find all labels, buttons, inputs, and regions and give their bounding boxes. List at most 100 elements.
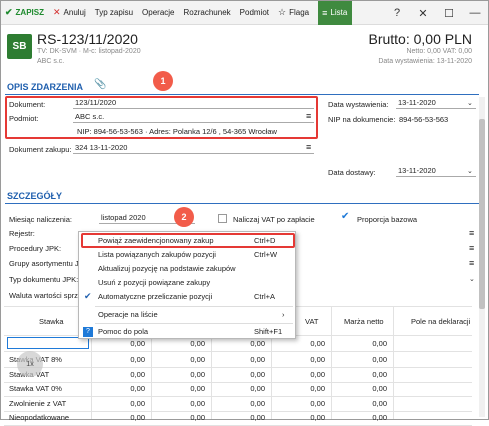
purchase-doc-list-icon[interactable]: ≡ xyxy=(306,142,311,152)
section-divider xyxy=(5,203,479,204)
grid-cell-value[interactable]: 0,00 xyxy=(239,339,265,348)
jpk-procedures-list-icon[interactable]: ≡ xyxy=(469,243,474,253)
grid-header-declaration: Pole na deklaracji xyxy=(411,317,471,326)
grid-row-line xyxy=(4,367,472,368)
menu-item-update-from-purchases[interactable]: Aktualizuj pozycję na podstawie zakupów xyxy=(79,262,295,275)
record-type-menu[interactable]: Typ zapisu xyxy=(91,1,138,25)
grid-cell-value[interactable]: 0,00 xyxy=(119,355,145,364)
grid-row-line xyxy=(4,396,472,397)
grid-cell-value[interactable]: 0,00 xyxy=(361,370,387,379)
grid-cell-value[interactable]: 0,00 xyxy=(361,355,387,364)
brutto-total: Brutto: 0,00 PLN xyxy=(368,31,472,47)
grid-cell-value[interactable]: 0,00 xyxy=(239,413,265,422)
toolbar: ✔ ZAPISZ ✕ Anuluj Typ zapisu Operacje Rozr… xyxy=(1,0,488,25)
list-button[interactable]: ≡ Lista xyxy=(318,0,353,25)
grid-cell-value[interactable]: 0,00 xyxy=(299,355,325,364)
delivery-date-label: Data dostawy: xyxy=(328,168,376,177)
grid-cell-value[interactable]: 0,00 xyxy=(179,399,205,408)
grid-cell-value[interactable]: 0,00 xyxy=(239,370,265,379)
jpk-groups-list-icon[interactable]: ≡ xyxy=(469,258,474,268)
purchase-doc-label: Dokument zakupu: xyxy=(9,145,72,154)
menu-item-remove-linked[interactable]: Usuń z pozycji powiązane zakupy xyxy=(79,276,295,289)
grid-cell-value[interactable]: 0,00 xyxy=(119,339,145,348)
grid-cell-value[interactable]: 0,00 xyxy=(361,413,387,422)
attachment-icon[interactable]: 📎 xyxy=(94,79,106,90)
settlement-menu[interactable]: Rozrachunek xyxy=(180,1,236,25)
chevron-down-icon[interactable]: ⌄ xyxy=(467,167,473,175)
grid-cell-value[interactable]: 0,00 xyxy=(239,384,265,393)
grid-cell-value[interactable]: 0,00 xyxy=(361,384,387,393)
restore-window-button[interactable]: ☐ xyxy=(436,7,462,20)
company-name: ABC s.c. xyxy=(37,58,65,65)
issue-date-label: Data wystawienia: xyxy=(328,100,389,109)
accrual-month-label: Miesiąc naliczenia: xyxy=(9,215,72,224)
grid-row-line xyxy=(4,382,472,383)
grid-cell-value[interactable]: 0,00 xyxy=(119,413,145,422)
base-proportion-check-icon[interactable]: ✔ xyxy=(341,211,349,222)
netto-vat-summary: Netto: 0,00 VAT: 0,00 xyxy=(406,48,472,55)
issue-date-summary: Data wystawienia: 13-11-2020 xyxy=(378,58,472,65)
grid-cell-value[interactable]: 0,00 xyxy=(119,399,145,408)
grid-cell-value[interactable]: 0,00 xyxy=(119,370,145,379)
menu-item-field-help[interactable]: ? Pomoc do pola Shift+F1 xyxy=(79,325,295,338)
scrollbar-thumb[interactable] xyxy=(479,119,485,309)
grid-cell-value[interactable]: 0,00 xyxy=(239,399,265,408)
subject-field[interactable]: ABC s.c. xyxy=(73,112,314,123)
grid-row-label: Zwolnienie z VAT xyxy=(9,399,67,408)
grid-cell-value[interactable]: 0,00 xyxy=(179,339,205,348)
menu-item-link-purchase[interactable]: Powiąż zaewidencjonowany zakup Ctrl+D xyxy=(79,234,295,247)
grid-header-vat: VAT xyxy=(305,317,319,326)
menu-item-linked-purchases-list[interactable]: Lista powiązanych zakupów pozycji Ctrl+W xyxy=(79,248,295,261)
grid-cell-value[interactable]: 0,00 xyxy=(239,355,265,364)
flag-menu[interactable]: ☆ Flaga xyxy=(274,1,314,25)
grid-row-label: Stawka VAT 0% xyxy=(9,384,62,393)
close-window-button[interactable]: ✕ xyxy=(410,7,436,20)
section-divider xyxy=(5,94,479,95)
save-button[interactable]: ✔ ZAPISZ xyxy=(1,1,49,25)
menu-item-list-operations[interactable]: Operacje na liście › xyxy=(79,308,295,321)
chevron-down-icon[interactable]: ⌄ xyxy=(467,99,473,107)
grid-cell-value[interactable]: 0,00 xyxy=(299,339,325,348)
list-icon: ≡ xyxy=(322,7,328,18)
grid-cell-value[interactable]: 0,00 xyxy=(299,384,325,393)
star-icon: ☆ xyxy=(278,7,287,17)
subject-menu[interactable]: Podmiot xyxy=(236,1,274,25)
register-list-icon[interactable]: ≡ xyxy=(469,228,474,238)
vertical-scrollbar[interactable] xyxy=(479,97,485,417)
grid-header-margin: Marża netto xyxy=(344,317,384,326)
grid-cell-value[interactable]: 0,00 xyxy=(361,399,387,408)
selected-cell[interactable] xyxy=(7,337,89,349)
grid-cell-value[interactable]: 0,00 xyxy=(179,384,205,393)
grid-cell-value[interactable]: 0,00 xyxy=(179,413,205,422)
chevron-right-icon: › xyxy=(282,310,285,319)
purchase-doc-field[interactable]: 324 13-11-2020 xyxy=(73,143,314,154)
annotation-badge-1: 1 xyxy=(153,71,173,91)
context-menu: Powiąż zaewidencjonowany zakup Ctrl+D Lis… xyxy=(78,231,296,339)
menu-item-auto-recalc[interactable]: ✔ Automatyczne przeliczanie pozycji Ctrl+A xyxy=(79,290,295,303)
grid-cell-value[interactable]: 0,00 xyxy=(299,370,325,379)
subject-label: Podmiot: xyxy=(9,114,39,123)
subject-list-icon[interactable]: ≡ xyxy=(306,111,311,121)
menu-separator xyxy=(95,323,293,324)
grid-cell-value[interactable]: 0,00 xyxy=(179,370,205,379)
delivery-date-field[interactable]: 13-11-2020 xyxy=(396,166,476,177)
help-button[interactable]: ? xyxy=(384,7,410,19)
jpk-procedures-label: Procedury JPK: xyxy=(9,244,62,253)
document-number: RS-123/11/2020 xyxy=(37,31,138,47)
cancel-button[interactable]: ✕ Anuluj xyxy=(49,1,91,25)
grid-cell-value[interactable]: 0,00 xyxy=(361,339,387,348)
operations-menu[interactable]: Operacje xyxy=(138,1,179,25)
base-proportion-label: Proporcja bazowa xyxy=(357,215,418,224)
minimize-window-button[interactable]: — xyxy=(462,7,488,19)
grid-cell-value[interactable]: 0,00 xyxy=(119,384,145,393)
grid-cell-value[interactable]: 0,00 xyxy=(299,399,325,408)
grid-cell-value[interactable]: 0,00 xyxy=(299,413,325,422)
annotation-badge-2: 2 xyxy=(174,207,194,227)
vat-after-payment-checkbox[interactable] xyxy=(218,214,227,223)
grid-row-line xyxy=(4,411,472,412)
document-window: ✔ ZAPISZ ✕ Anuluj Typ zapisu Operacje Rozr… xyxy=(0,0,489,426)
issue-date-field[interactable]: 13-11-2020 xyxy=(396,98,476,109)
document-field[interactable]: 123/11/2020 xyxy=(73,98,314,109)
chevron-down-icon[interactable]: ⌄ xyxy=(469,275,475,283)
grid-cell-value[interactable]: 0,00 xyxy=(179,355,205,364)
